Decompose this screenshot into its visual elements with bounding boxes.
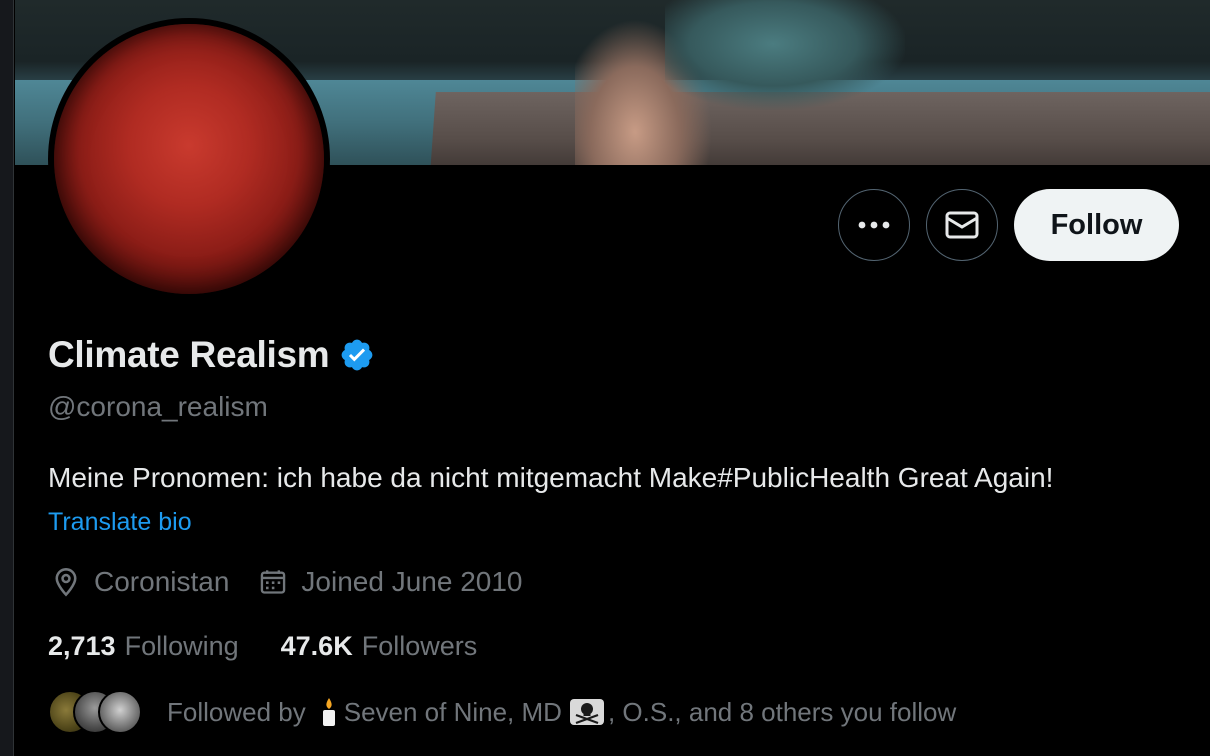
envelope-icon (945, 211, 979, 239)
location-pin-icon (55, 568, 77, 597)
following-link[interactable]: 2,713 Following (48, 631, 239, 662)
location-item: Coronistan (52, 566, 229, 598)
left-border (0, 0, 14, 756)
followed-by-rest: , O.S., and 8 others you follow (607, 696, 957, 727)
followed-by-name1: Seven of Nine, MD (343, 696, 562, 727)
joined-text: Joined June 2010 (301, 566, 523, 597)
profile-meta: Coronistan Joined June 2010 (52, 566, 552, 598)
followed-by-prefix: Followed by (167, 696, 306, 727)
banner-plush-toy (665, 0, 905, 110)
followed-by-row[interactable]: Followed by Seven of Nine, MD , O.S., an… (48, 690, 956, 734)
profile-bio: Meine Pronomen: ich habe da nicht mitgem… (48, 462, 1054, 493)
verified-badge-icon (341, 339, 373, 371)
more-button[interactable] (838, 189, 910, 261)
candle-icon (318, 697, 340, 727)
follow-button[interactable]: Follow (1014, 189, 1179, 261)
message-button[interactable] (926, 189, 998, 261)
calendar-icon (261, 570, 286, 594)
avatar-image (54, 24, 324, 294)
location-text: Coronistan (94, 566, 230, 597)
translate-bio-link[interactable]: Translate bio (48, 508, 192, 537)
followed-by-text: Followed by Seven of Nine, MD , O.S., an… (167, 697, 956, 728)
followers-link[interactable]: 47.6K Followers (281, 631, 478, 662)
followers-count: 47.6K (280, 631, 353, 661)
profile-avatar[interactable] (48, 18, 330, 300)
name-row: Climate Realism (48, 334, 375, 376)
skull-crossbones-icon (569, 699, 604, 725)
follow-stats: 2,713 Following 47.6K Followers (48, 631, 519, 662)
joined-item: Joined June 2010 (259, 566, 522, 598)
followed-by-avatars (48, 690, 143, 734)
profile-handle: @corona_realism (48, 391, 268, 422)
followers-label: Followers (361, 631, 478, 661)
profile-name: Climate Realism (48, 334, 330, 375)
avatar (98, 690, 142, 734)
following-label: Following (124, 631, 239, 661)
following-count: 2,713 (48, 631, 116, 661)
more-horizontal-icon (858, 221, 890, 229)
